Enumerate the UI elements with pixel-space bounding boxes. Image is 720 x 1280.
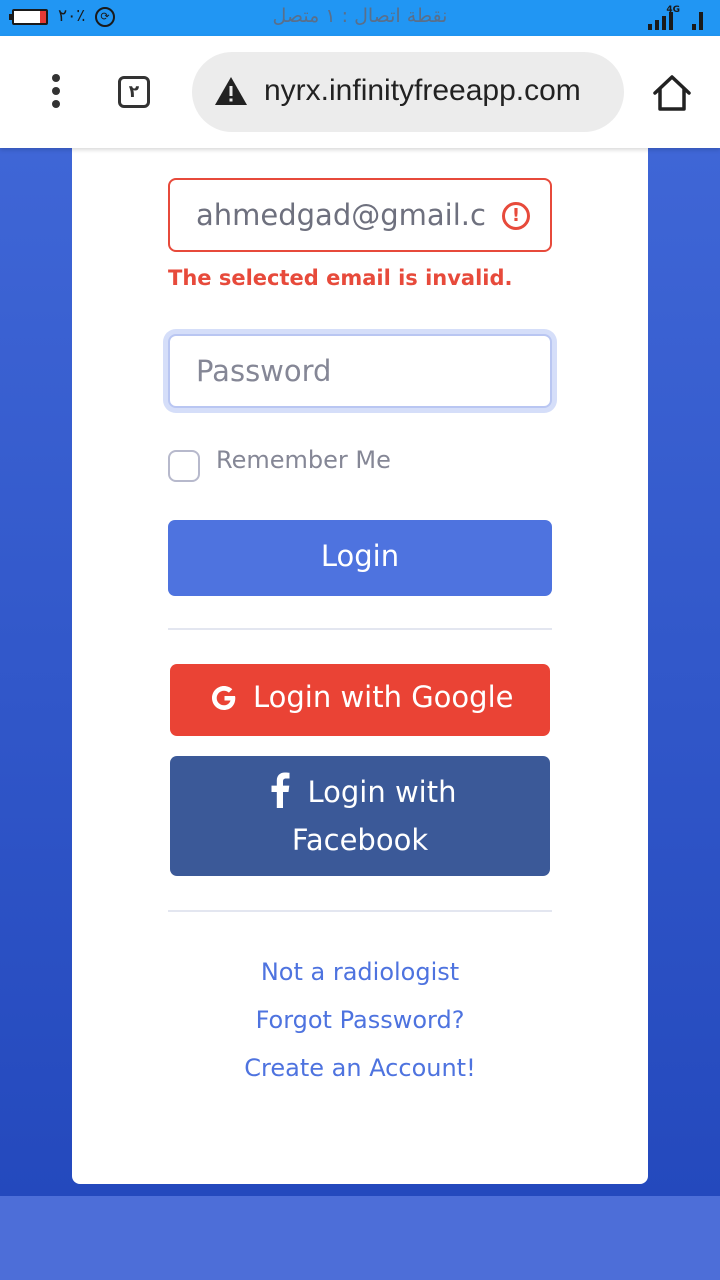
warning-triangle-icon[interactable] — [214, 76, 248, 106]
divider — [168, 628, 552, 630]
google-button-label: Login with Google — [253, 680, 514, 714]
facebook-button-label: Login with Facebook — [291, 775, 457, 857]
google-icon — [212, 686, 236, 710]
email-error-message: The selected email is invalid. — [168, 266, 513, 290]
more-vert-icon[interactable] — [48, 74, 64, 114]
divider — [168, 910, 552, 912]
url-text: nyrx.infinityfreeapp.com — [264, 74, 581, 107]
tab-switcher-button[interactable]: ٢ — [118, 76, 150, 108]
forgot-password-link[interactable]: Forgot Password? — [168, 996, 552, 1044]
signal-strength-icon — [648, 8, 708, 30]
password-field[interactable]: Password — [168, 334, 552, 408]
home-icon[interactable] — [652, 74, 692, 112]
login-button[interactable]: Login — [168, 520, 552, 596]
not-radiologist-link[interactable]: Not a radiologist — [168, 948, 552, 996]
login-with-facebook-button[interactable]: Login with Facebook — [170, 756, 550, 876]
login-card: ahmedgad@gmail.c ! The selected email is… — [72, 140, 648, 1184]
email-value: ahmedgad@gmail.c — [196, 198, 486, 232]
login-with-google-button[interactable]: Login with Google — [170, 664, 550, 736]
email-field[interactable]: ahmedgad@gmail.c ! — [168, 178, 552, 252]
remember-me-label: Remember Me — [216, 446, 391, 474]
page-footer-background — [0, 1196, 720, 1280]
status-bar: ٢٠٪ ⟳ نقطة اتصال : ١ متصل 4G — [0, 0, 720, 36]
error-icon: ! — [502, 202, 530, 230]
address-bar[interactable]: nyrx.infinityfreeapp.com — [192, 52, 624, 132]
auth-links: Not a radiologist Forgot Password? Creat… — [168, 948, 552, 1092]
hotspot-status: نقطة اتصال : ١ متصل — [272, 5, 448, 27]
create-account-link[interactable]: Create an Account! — [168, 1044, 552, 1092]
browser-toolbar: ٢ nyrx.infinityfreeapp.com — [0, 36, 720, 148]
password-placeholder: Password — [196, 354, 332, 388]
remember-me-checkbox[interactable] — [168, 450, 200, 482]
remember-me-option[interactable]: Remember Me — [168, 446, 468, 482]
